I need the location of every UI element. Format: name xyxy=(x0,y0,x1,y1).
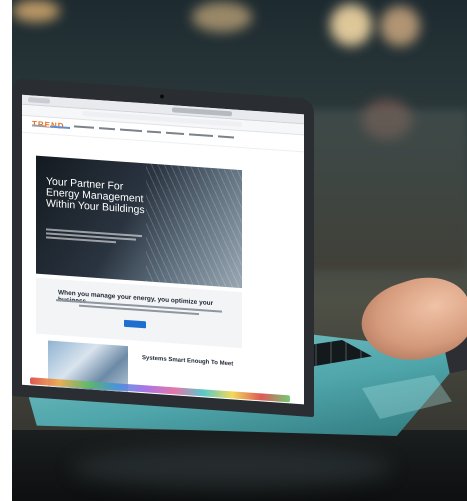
hero-title: Your Partner For Energy Management Withi… xyxy=(46,175,145,217)
nav-item xyxy=(189,133,213,138)
nav-item xyxy=(74,125,94,129)
bokeh-light xyxy=(192,2,252,32)
browser-tab xyxy=(28,97,50,104)
laptop-photo: TREND Your Partner For Energy Management xyxy=(12,0,467,501)
intro-section: When you manage your energy, you optimiz… xyxy=(36,277,242,349)
building-image xyxy=(146,163,242,289)
webcam-icon xyxy=(160,94,164,99)
nav-item xyxy=(218,135,234,139)
hero-body xyxy=(46,228,146,247)
app-dock xyxy=(30,377,290,403)
nav-item xyxy=(147,130,161,134)
bokeh-light xyxy=(12,0,60,22)
nav-item xyxy=(99,127,115,131)
nav-item xyxy=(166,131,184,136)
nav-item xyxy=(120,128,142,133)
laptop-lid: TREND Your Partner For Energy Management xyxy=(12,78,314,418)
contact-button[interactable] xyxy=(124,319,146,329)
bokeh-light xyxy=(330,4,372,46)
bokeh-light xyxy=(380,6,420,46)
article-title: Systems Smart Enough To Meet xyxy=(142,355,234,368)
hero-banner: Your Partner For Energy Management Withi… xyxy=(36,155,242,289)
desk-reflection xyxy=(72,448,392,488)
laptop-screen: TREND Your Partner For Energy Management xyxy=(22,94,304,405)
